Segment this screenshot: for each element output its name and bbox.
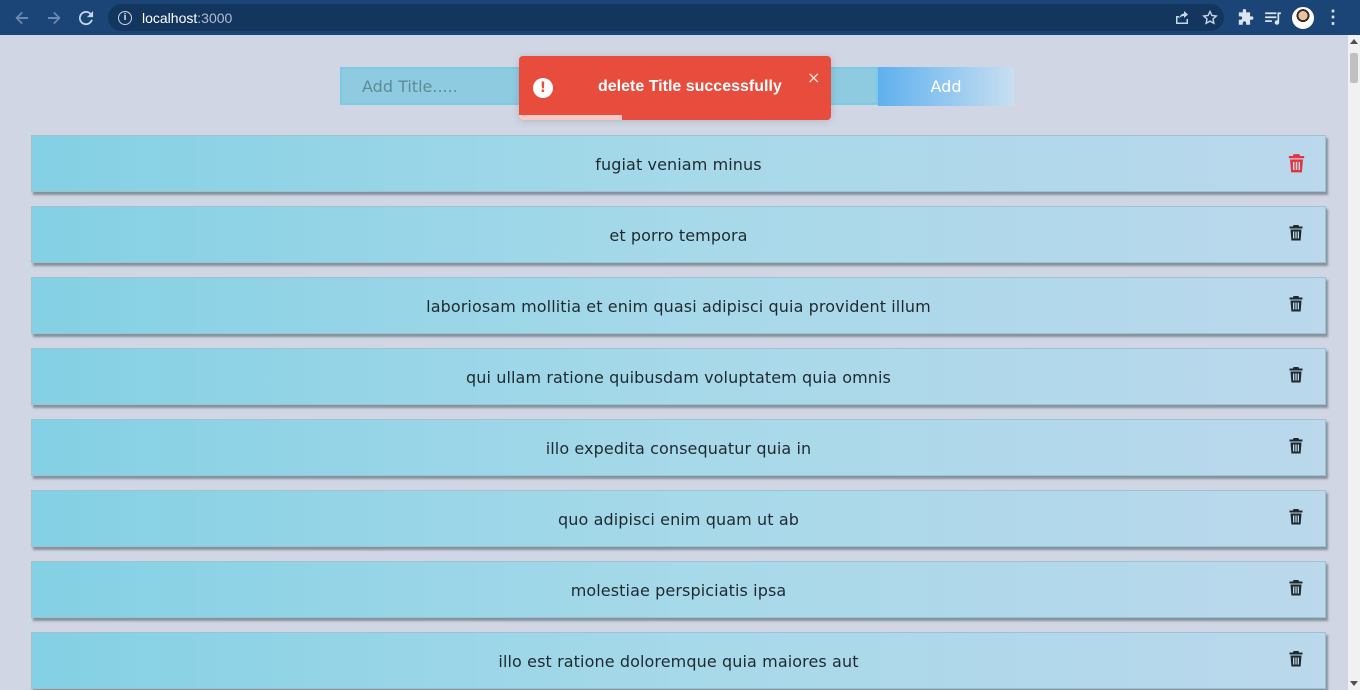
arrow-left-icon xyxy=(15,11,28,24)
scroll-up-arrow-icon[interactable] xyxy=(1350,39,1358,44)
site-info-icon[interactable]: i xyxy=(118,10,132,25)
bookmark-star-icon[interactable] xyxy=(1202,9,1218,26)
trash-icon[interactable] xyxy=(1289,579,1303,596)
address-bar[interactable]: i localhost:3000 xyxy=(108,4,1224,31)
todo-title: molestiae perspiciatis ipsa xyxy=(570,581,787,600)
toast-notification: ! delete Title successfully × xyxy=(519,56,831,120)
profile-avatar[interactable] xyxy=(1292,6,1314,29)
reload-button[interactable] xyxy=(70,0,102,35)
browser-menu-icon[interactable]: ⋮ xyxy=(1324,7,1342,28)
browser-toolbar: i localhost:3000 ⋮ xyxy=(0,0,1360,35)
todo-item: illo expedita consequatur quia in xyxy=(31,419,1326,476)
trash-icon[interactable] xyxy=(1289,437,1303,454)
reload-icon xyxy=(78,10,94,25)
url-port: :3000 xyxy=(197,9,233,26)
scrollbar-thumb[interactable] xyxy=(1350,53,1358,83)
todo-item: et porro tempora xyxy=(31,206,1326,263)
trash-icon[interactable] xyxy=(1288,153,1305,173)
todo-item: illo est ratione doloremque quia maiores… xyxy=(31,632,1326,689)
todo-title: et porro tempora xyxy=(609,226,748,245)
todo-title: fugiat veniam minus xyxy=(595,155,762,174)
add-button[interactable]: Add xyxy=(878,67,1014,106)
todo-item: molestiae perspiciatis ipsa xyxy=(31,561,1326,618)
toast-progress-bar xyxy=(519,115,622,120)
extensions-puzzle-icon[interactable] xyxy=(1236,8,1254,27)
url-host: localhost xyxy=(142,9,198,26)
media-queue-icon[interactable] xyxy=(1264,9,1282,27)
back-button[interactable] xyxy=(6,0,38,35)
todo-list: fugiat veniam minus et porro tempora labor… xyxy=(31,135,1328,690)
toast-message: delete Title successfully xyxy=(598,78,782,95)
todo-item: quo adipisci enim quam ut ab xyxy=(31,490,1326,547)
todo-item: qui ullam ratione quibusdam voluptatem q… xyxy=(31,348,1326,405)
url-text: localhost:3000 xyxy=(142,10,232,26)
scroll-down-arrow-icon[interactable] xyxy=(1350,681,1358,686)
todo-title: illo expedita consequatur quia in xyxy=(545,439,812,458)
todo-title: qui ullam ratione quibusdam voluptatem q… xyxy=(465,368,891,387)
todo-title: laboriosam mollitia et enim quasi adipis… xyxy=(426,297,931,316)
trash-icon[interactable] xyxy=(1289,508,1303,525)
trash-icon[interactable] xyxy=(1289,224,1303,241)
trash-icon[interactable] xyxy=(1289,295,1303,312)
share-icon[interactable] xyxy=(1174,10,1190,26)
trash-icon[interactable] xyxy=(1289,650,1303,667)
todo-item: laboriosam mollitia et enim quasi adipis… xyxy=(31,277,1326,334)
todo-title: quo adipisci enim quam ut ab xyxy=(558,510,799,529)
exclamation-circle-icon: ! xyxy=(533,78,553,98)
trash-icon[interactable] xyxy=(1289,366,1303,383)
forward-button[interactable] xyxy=(38,0,70,35)
todo-title: illo est ratione doloremque quia maiores… xyxy=(498,652,859,671)
toast-close-icon[interactable]: × xyxy=(807,68,820,87)
page-scrollbar[interactable] xyxy=(1348,35,1360,690)
todo-item: fugiat veniam minus xyxy=(31,135,1326,192)
arrow-right-icon xyxy=(48,11,61,24)
